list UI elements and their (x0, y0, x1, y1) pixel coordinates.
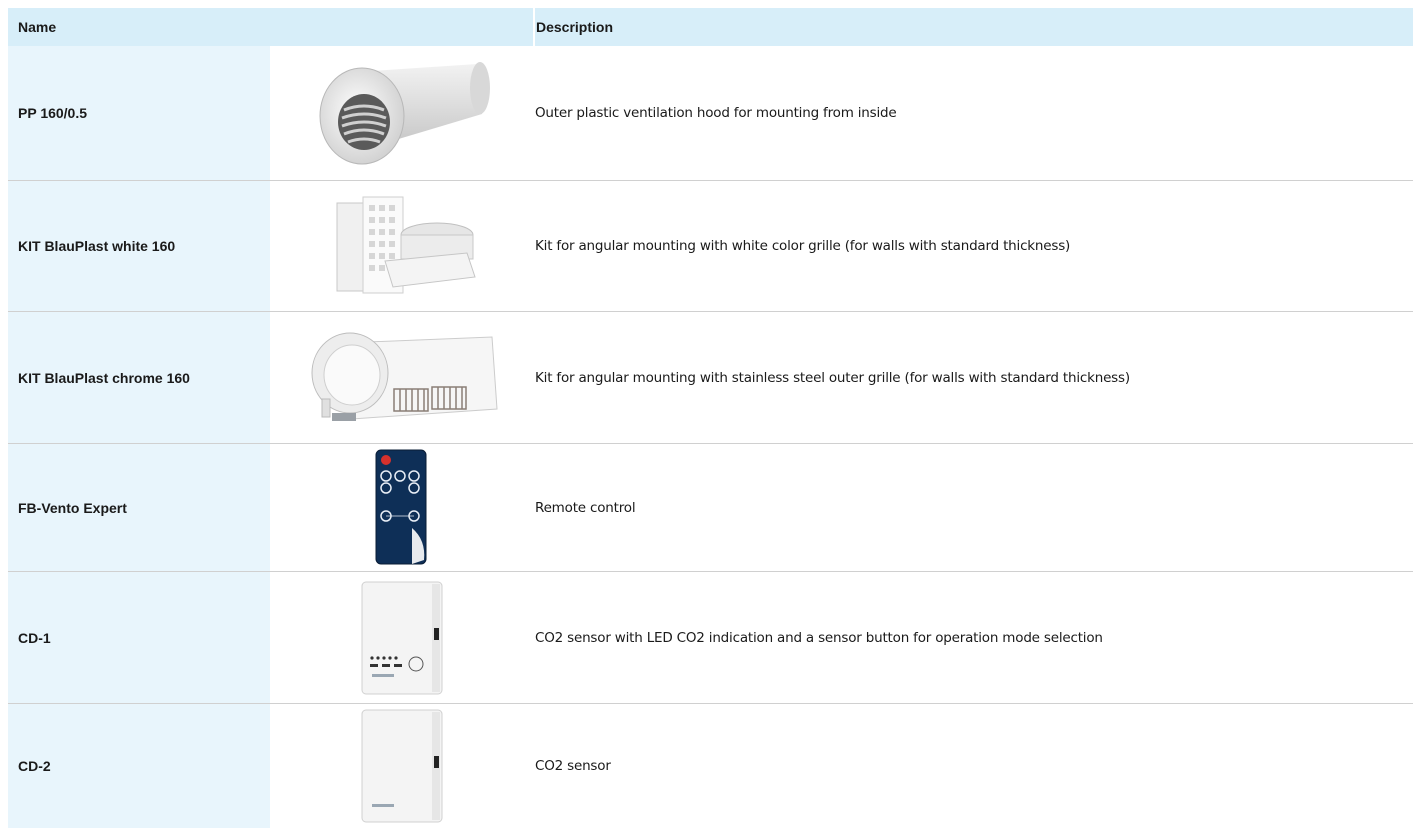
co2-sensor-image (270, 704, 534, 828)
name-cell: CD-1 (8, 572, 270, 703)
accessories-table: Name Description PP 160/0.5 Outer plasti… (8, 8, 1413, 828)
description-cell: Kit for angular mounting with stainless … (535, 369, 1130, 386)
product-name: FB-Vento Expert (18, 499, 127, 516)
product-name: KIT BlauPlast chrome 160 (18, 369, 190, 386)
product-name: CD-1 (18, 629, 51, 646)
remote-control-image (270, 444, 534, 571)
header-divider (533, 8, 535, 46)
name-cell: CD-2 (8, 704, 270, 828)
description-cell: Remote control (535, 499, 636, 516)
product-name: KIT BlauPlast white 160 (18, 238, 176, 254)
table-row: FB-Vento Expert Remote control (8, 444, 1413, 572)
description-cell: Outer plastic ventilation hood for mount… (535, 105, 897, 121)
table-row: CD-1 CO2 sensor with LED CO2 indication … (8, 572, 1413, 704)
product-name: CD-2 (18, 758, 51, 774)
name-cell: PP 160/0.5 (8, 46, 270, 180)
white-kit-image (270, 181, 534, 311)
table-row: CD-2 CO2 sensor (8, 704, 1413, 828)
co2-sensor-led-image (270, 572, 534, 703)
header-description: Description (536, 19, 614, 35)
table-row: PP 160/0.5 Outer plastic ventilation hoo… (8, 46, 1413, 181)
description-cell: CO2 sensor with LED CO2 indication and a… (535, 629, 1103, 646)
product-name: PP 160/0.5 (18, 105, 88, 121)
name-cell: FB-Vento Expert (8, 444, 270, 571)
table-header: Name Description (8, 8, 1413, 46)
name-cell: KIT BlauPlast chrome 160 (8, 312, 270, 443)
table-row: KIT BlauPlast chrome 160 Kit for angular… (8, 312, 1413, 444)
description-cell: Kit for angular mounting with white colo… (535, 238, 1071, 254)
description-cell: CO2 sensor (535, 758, 611, 774)
table-row: KIT BlauPlast white 160 Kit for angular … (8, 181, 1413, 312)
name-cell: KIT BlauPlast white 160 (8, 181, 270, 311)
header-name: Name (18, 19, 57, 35)
ventilation-hood-image (270, 46, 534, 180)
chrome-kit-image (270, 312, 534, 443)
